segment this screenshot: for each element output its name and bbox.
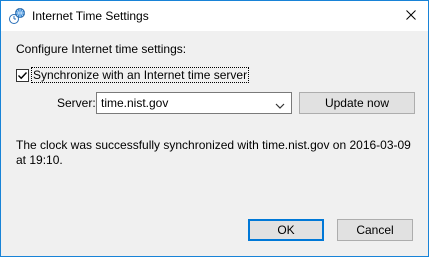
server-value[interactable]: time.nist.gov	[101, 96, 168, 110]
dialog-content: Configure Internet time settings: Synchr…	[1, 31, 428, 256]
cancel-button[interactable]: Cancel	[337, 219, 413, 241]
internet-time-settings-dialog: Internet Time Settings Configure Interne…	[0, 0, 429, 257]
ok-button[interactable]: OK	[248, 219, 324, 241]
title-bar: Internet Time Settings	[1, 1, 428, 31]
sync-checkbox-label[interactable]: Synchronize with an Internet time server	[30, 67, 250, 83]
window-title: Internet Time Settings	[32, 9, 149, 23]
close-button[interactable]	[394, 1, 428, 31]
sync-checkbox[interactable]	[16, 68, 29, 82]
server-label: Server:	[57, 96, 96, 110]
clock-globe-icon	[9, 8, 25, 24]
chevron-down-icon[interactable]	[275, 99, 285, 109]
sync-checkbox-row[interactable]: Synchronize with an Internet time server	[16, 67, 250, 83]
close-icon	[406, 9, 416, 23]
update-now-button[interactable]: Update now	[299, 92, 415, 114]
sync-status-text: The clock was successfully synchronized …	[16, 138, 411, 167]
settings-heading: Configure Internet time settings:	[16, 42, 187, 56]
server-combobox[interactable]: time.nist.gov	[96, 92, 292, 114]
